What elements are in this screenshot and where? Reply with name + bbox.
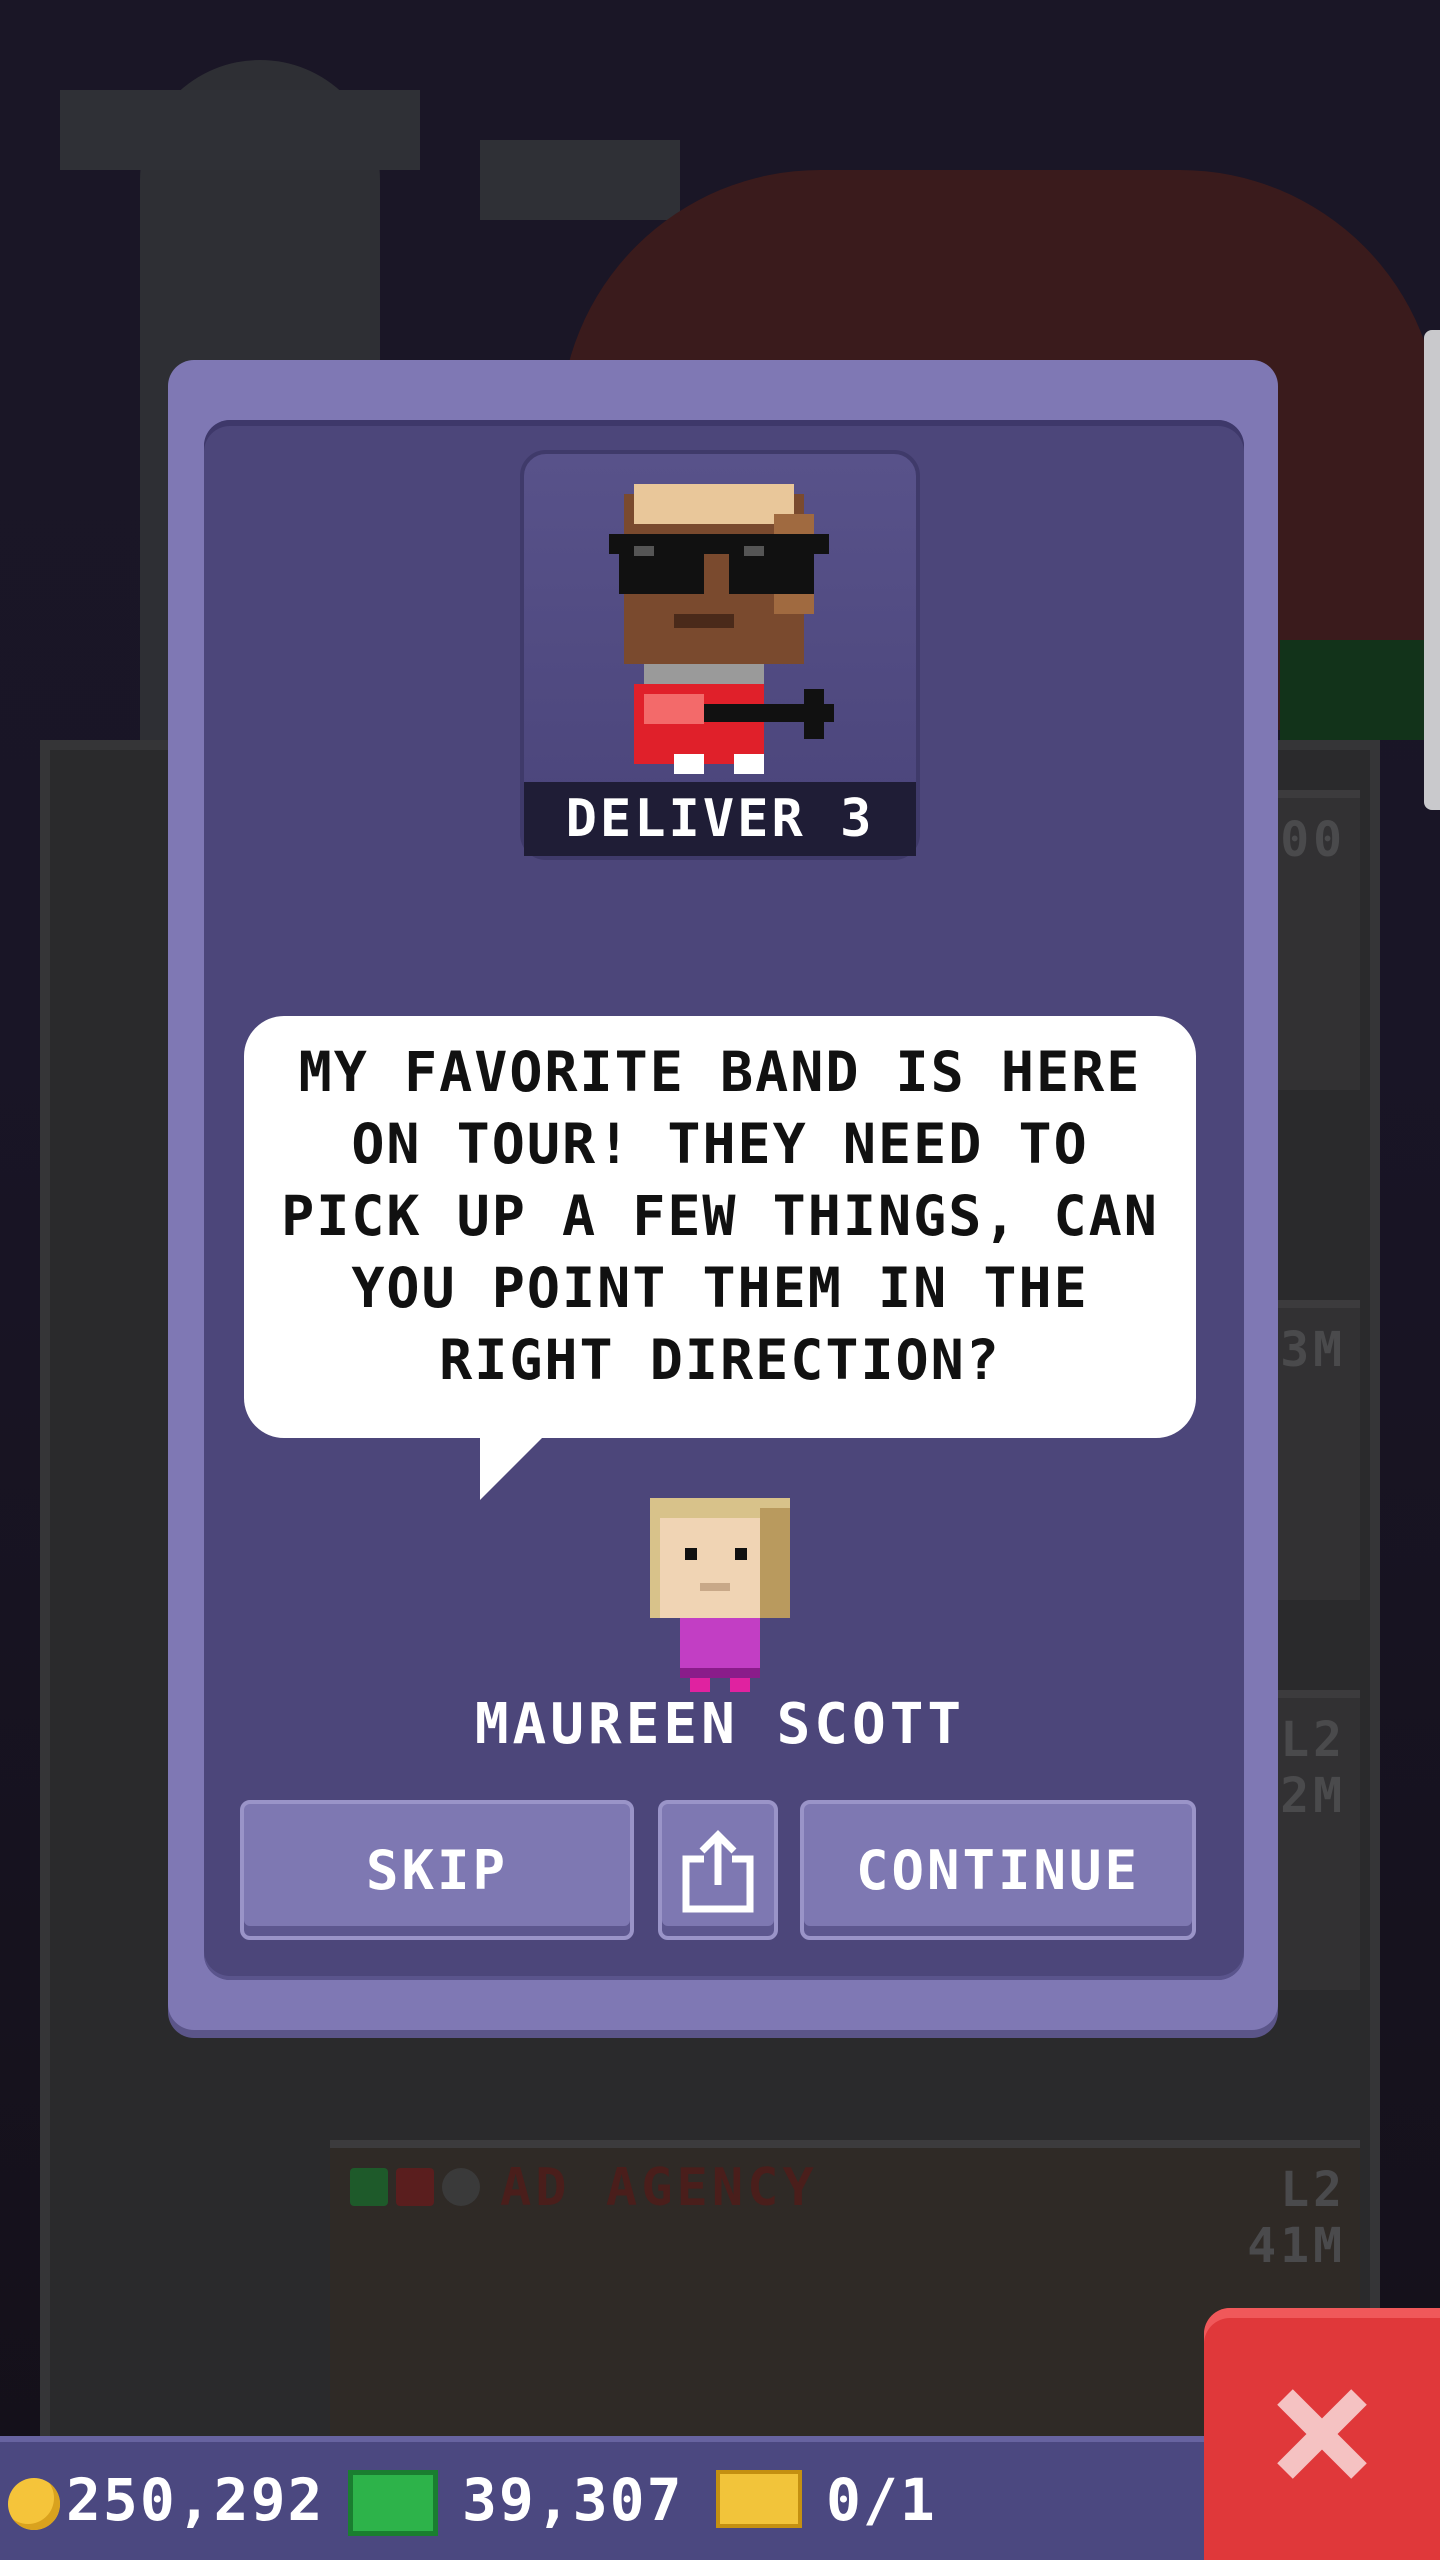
coin-icon [8,2478,60,2530]
npc-avatar-icon [650,1498,790,1692]
vip-ticket-icon [716,2470,802,2528]
side-scroll-handle[interactable] [1424,330,1440,810]
deliver-count-label: DELIVER 3 [524,782,916,856]
continue-button[interactable]: CONTINUE [800,1800,1196,1940]
coin-count: 250,292 [66,2466,325,2534]
bux-count: 39,307 [462,2466,684,2534]
floor-level: L2 [1280,2162,1346,2218]
floor-name: AD AGENCY [500,2158,818,2218]
floor-tag: 3M [1280,1322,1346,1378]
clock-icon [442,2168,480,2206]
grass-patch [1280,640,1440,740]
continue-button-label: CONTINUE [855,1838,1141,1902]
floor-tag: L2 [1280,1712,1346,1768]
share-button[interactable] [658,1800,778,1940]
speech-bubble-tail [480,1430,550,1500]
floor-value: 41M [1247,2218,1346,2274]
ticket-count: 0/1 [826,2466,937,2534]
floor-tag: 00 [1280,812,1346,868]
skip-button[interactable]: SKIP [240,1800,634,1940]
share-icon [682,1830,754,1913]
maureen-avatar [640,1488,800,1698]
close-button[interactable] [1204,2308,1440,2560]
tower-bux-icon [348,2470,438,2536]
skip-button-label: SKIP [365,1838,509,1902]
close-icon [1277,2389,1367,2479]
windmill-blade [480,140,680,220]
cross-icon [396,2168,434,2206]
floor-value: 2M [1280,1768,1346,1824]
check-icon [350,2168,388,2206]
windmill-blade [60,90,420,170]
npc-name: MAUREEN SCOTT [474,1692,966,1757]
speech-text: MY FAVORITE BAND IS HERE ON TOUR! THEY N… [281,1040,1159,1392]
